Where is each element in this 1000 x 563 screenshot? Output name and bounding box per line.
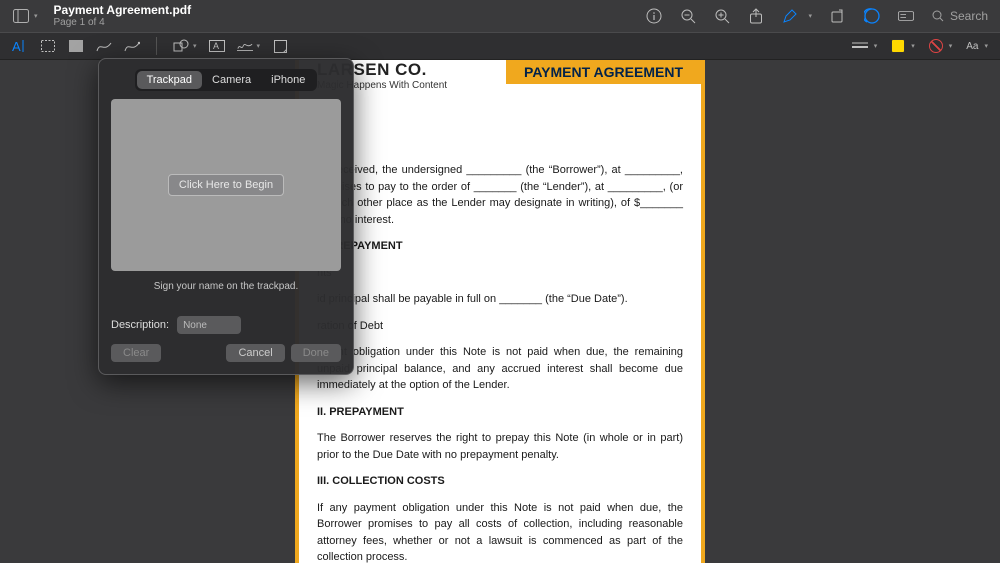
zoom-in-icon[interactable] [714,8,730,24]
section-3-body: If any payment obligation under this Not… [317,500,683,563]
rect-select-tool-icon[interactable] [40,38,56,54]
signature-prompt[interactable]: Click Here to Begin [168,174,284,196]
signature-hint: Sign your name on the trackpad. [111,281,341,292]
markup-toolbar: A ▾ A ▾ ▾ ▾ ▾ Aa ▾ [0,32,1000,60]
highlight-icon[interactable] [864,8,880,24]
sketch-tool-icon[interactable] [96,38,112,54]
chevron-down-icon[interactable]: ▾ [808,12,812,20]
search-placeholder: Search [950,9,988,23]
document-body: ue received, the undersigned _________ (… [317,162,683,563]
title-block: Payment Agreement.pdf Page 1 of 4 [54,4,192,28]
stroke-color-swatch[interactable] [891,39,905,53]
chevron-down-icon[interactable]: ▾ [874,42,878,50]
signature-pad[interactable]: Click Here to Begin [111,99,341,271]
section-1a: nts [317,265,683,282]
rotate-icon[interactable] [830,8,846,24]
textbox-tool-icon[interactable]: A [209,38,225,54]
description-select[interactable]: None [177,316,241,334]
section-1c-body: yment obligation under this Note is not … [317,344,683,394]
titlebar-left: ▾ Payment Agreement.pdf Page 1 of 4 [12,4,191,28]
search-field[interactable]: Search [932,9,988,23]
chevron-down-icon[interactable]: ▾ [984,42,988,50]
done-button[interactable]: Done [291,344,341,362]
zoom-out-icon[interactable] [680,8,696,24]
chevron-down-icon[interactable]: ▾ [34,12,38,20]
section-2-title: II. PREPAYMENT [317,404,683,421]
section-2-body: The Borrower reserves the right to prepa… [317,430,683,463]
svg-text:A: A [12,39,21,53]
markup-pen-icon[interactable] [782,8,798,24]
signature-source-tabs: Trackpad Camera iPhone [135,69,318,91]
line-style-icon[interactable] [852,38,868,54]
fill-color-swatch[interactable] [929,39,943,53]
signature-popover: Trackpad Camera iPhone Click Here to Beg… [98,58,354,375]
section-3-title: III. COLLECTION COSTS [317,473,683,490]
clear-button[interactable]: Clear [111,344,161,362]
section-1-title: OF REPAYMENT [317,238,683,255]
tab-camera[interactable]: Camera [202,71,261,89]
page-indicator: Page 1 of 4 [54,17,192,28]
tab-iphone[interactable]: iPhone [261,71,315,89]
info-icon[interactable] [646,8,662,24]
form-icon[interactable] [898,8,914,24]
description-label: Description: [111,319,169,331]
cancel-button[interactable]: Cancel [226,344,284,362]
chevron-down-icon[interactable]: ▾ [911,42,915,50]
section-1c-title: ration of Debt [317,318,683,335]
draw-tool-icon[interactable] [124,38,140,54]
sidebar-toggle-icon[interactable] [12,7,30,25]
share-icon[interactable] [748,8,764,24]
shapes-tool-icon[interactable] [173,38,189,54]
chevron-down-icon[interactable]: ▾ [949,42,953,50]
search-icon [932,10,944,22]
redact-tool-icon[interactable] [68,38,84,54]
document-title: Payment Agreement.pdf [54,4,192,17]
sign-tool-icon[interactable] [237,38,253,54]
svg-text:A: A [213,41,219,51]
pdf-page: LARSEN CO. Magic Happens With Content PA… [295,60,705,563]
note-tool-icon[interactable] [272,38,288,54]
text-style-button[interactable]: Aa [966,41,978,52]
tab-trackpad[interactable]: Trackpad [137,71,202,89]
intro-paragraph: ue received, the undersigned _________ (… [317,162,683,228]
text-selection-tool-icon[interactable]: A [12,38,28,54]
chevron-down-icon[interactable]: ▾ [257,42,261,50]
section-1b: id principal shall be payable in full on… [317,291,683,308]
separator [156,37,157,55]
document-banner: PAYMENT AGREEMENT [506,60,701,84]
titlebar: ▾ Payment Agreement.pdf Page 1 of 4 ▾ Se… [0,0,1000,32]
titlebar-right: ▾ Search [646,8,988,24]
chevron-down-icon[interactable]: ▾ [193,42,197,50]
